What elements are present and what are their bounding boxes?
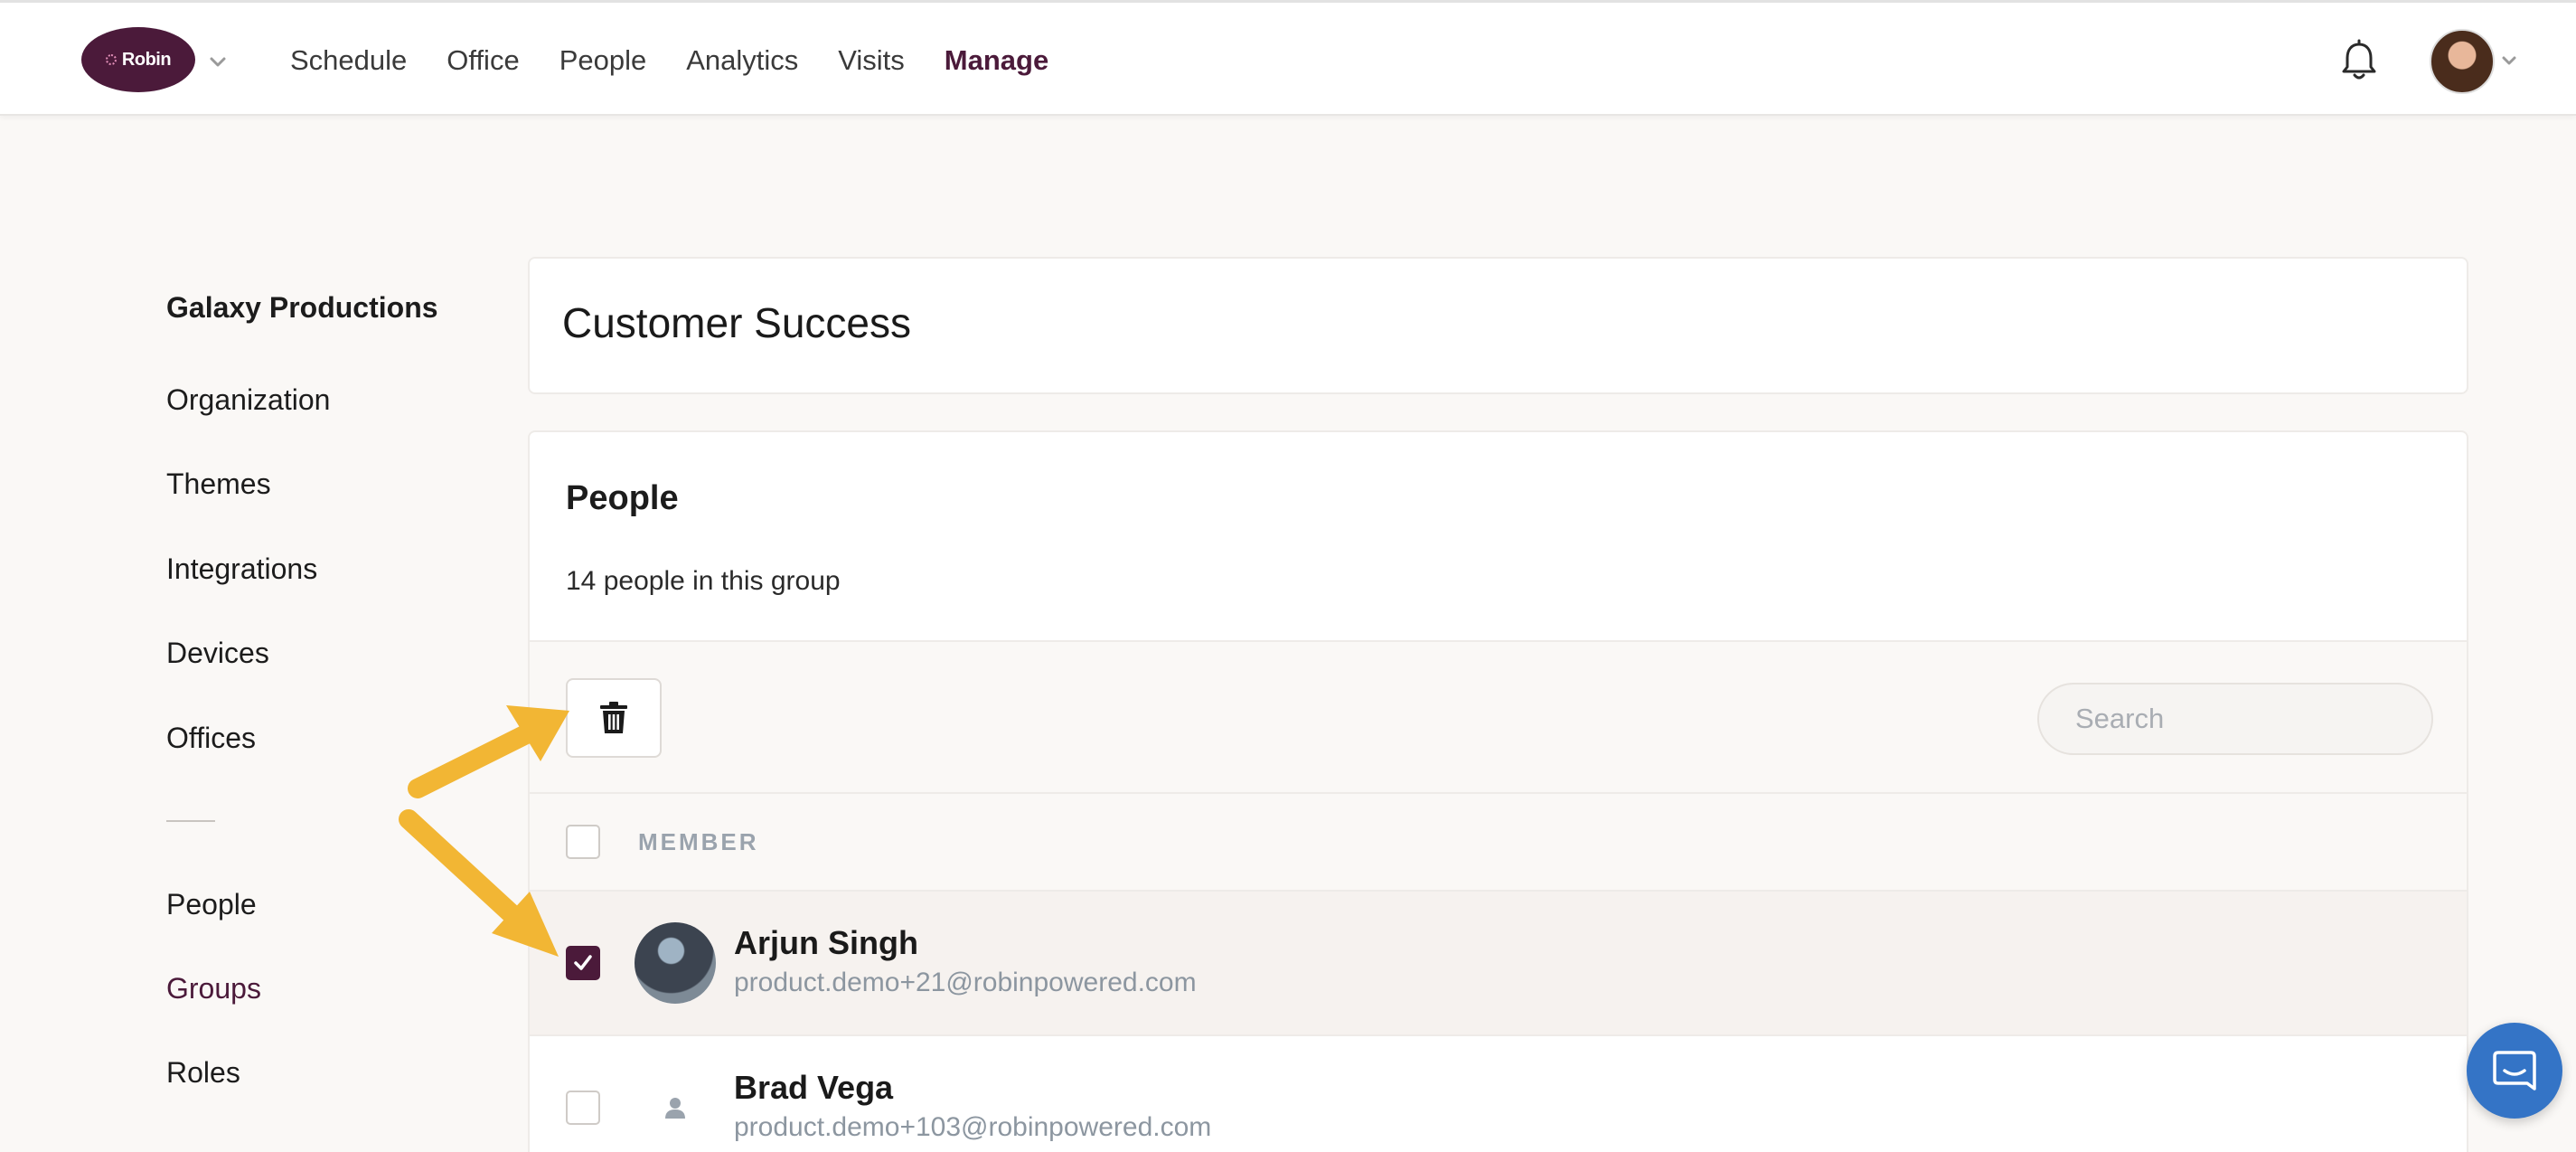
robin-logo[interactable]: Robin — [81, 27, 195, 92]
chat-launcher-button[interactable] — [2467, 1023, 2562, 1119]
people-header: People 14 people in this group — [530, 432, 2467, 642]
nav-analytics[interactable]: Analytics — [686, 39, 798, 82]
table-row[interactable]: Brad Vega product.demo+103@robinpowered.… — [530, 1036, 2467, 1152]
people-section-title: People — [566, 479, 679, 517]
sidebar-item-integrations[interactable]: Integrations — [166, 552, 317, 586]
table-header: MEMBER — [530, 794, 2467, 892]
sidebar-item-people[interactable]: People — [166, 888, 257, 921]
column-header-member[interactable]: MEMBER — [638, 828, 759, 856]
logo-text: Robin — [121, 49, 172, 70]
nav-schedule[interactable]: Schedule — [290, 39, 407, 82]
trash-icon — [600, 702, 627, 733]
page-title: Customer Success — [562, 299, 912, 346]
member-email: product.demo+103@robinpowered.com — [734, 1112, 1212, 1142]
sidebar-org-name[interactable]: Galaxy Productions — [166, 291, 438, 325]
sidebar-item-devices[interactable]: Devices — [166, 637, 269, 670]
user-avatar[interactable] — [2430, 29, 2495, 94]
delete-button[interactable] — [566, 678, 662, 758]
row-checkbox[interactable] — [566, 1091, 600, 1125]
table-row[interactable]: Arjun Singh product.demo+21@robinpowered… — [530, 892, 2467, 1036]
avatar — [635, 1067, 716, 1148]
people-count: 14 people in this group — [566, 566, 841, 596]
sidebar-item-themes[interactable]: Themes — [166, 467, 271, 501]
member-name[interactable]: Arjun Singh — [734, 924, 918, 962]
top-navigation-bar: Robin Schedule Office People Analytics V… — [0, 0, 2576, 116]
chevron-down-icon[interactable] — [208, 52, 228, 71]
nav-people[interactable]: People — [559, 39, 647, 82]
nav-visits[interactable]: Visits — [838, 39, 905, 82]
logo-mark-icon — [105, 54, 117, 65]
sidebar-divider — [166, 820, 215, 822]
bell-icon[interactable] — [2339, 39, 2379, 82]
main-nav: Schedule Office People Analytics Visits … — [290, 39, 1088, 82]
group-title-card: Customer Success — [528, 257, 2468, 394]
nav-manage[interactable]: Manage — [945, 39, 1048, 82]
select-all-checkbox[interactable] — [566, 825, 600, 859]
people-card: People 14 people in this group MEMBER Ar… — [528, 430, 2468, 1152]
chat-icon — [2493, 1051, 2536, 1091]
nav-office[interactable]: Office — [447, 39, 519, 82]
sidebar-item-groups[interactable]: Groups — [166, 972, 261, 1006]
row-checkbox[interactable] — [566, 946, 600, 980]
sidebar-item-roles[interactable]: Roles — [166, 1056, 240, 1090]
avatar — [635, 922, 716, 1004]
sidebar-item-offices[interactable]: Offices — [166, 722, 256, 755]
sidebar-item-organization[interactable]: Organization — [166, 383, 330, 417]
checkmark-icon — [574, 955, 592, 970]
member-name[interactable]: Brad Vega — [734, 1069, 893, 1107]
chevron-down-icon[interactable] — [2500, 52, 2518, 70]
user-placeholder-icon — [665, 1098, 685, 1119]
member-email: product.demo+21@robinpowered.com — [734, 968, 1197, 997]
search-input[interactable] — [2037, 683, 2433, 755]
people-toolbar — [530, 642, 2467, 794]
